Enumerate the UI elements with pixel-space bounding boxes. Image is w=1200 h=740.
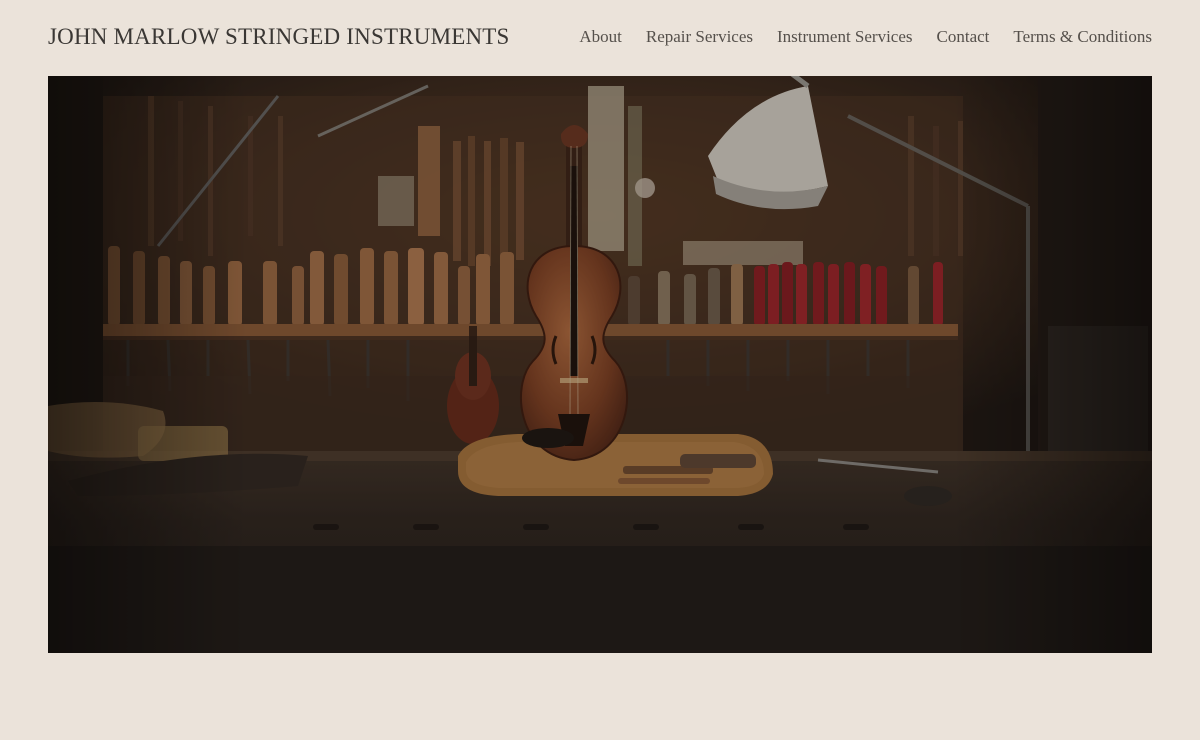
main-nav: About Repair Services Instrument Service…: [579, 27, 1152, 47]
hero-image: [48, 76, 1152, 653]
site-title[interactable]: JOHN MARLOW STRINGED INSTRUMENTS: [48, 24, 510, 50]
workshop-violin-photo: [48, 76, 1152, 653]
nav-repair-services[interactable]: Repair Services: [646, 27, 753, 47]
nav-contact[interactable]: Contact: [937, 27, 990, 47]
site-header: JOHN MARLOW STRINGED INSTRUMENTS About R…: [48, 22, 1152, 56]
nav-about[interactable]: About: [579, 27, 622, 47]
nav-instrument-services[interactable]: Instrument Services: [777, 27, 913, 47]
nav-terms-conditions[interactable]: Terms & Conditions: [1013, 27, 1152, 47]
